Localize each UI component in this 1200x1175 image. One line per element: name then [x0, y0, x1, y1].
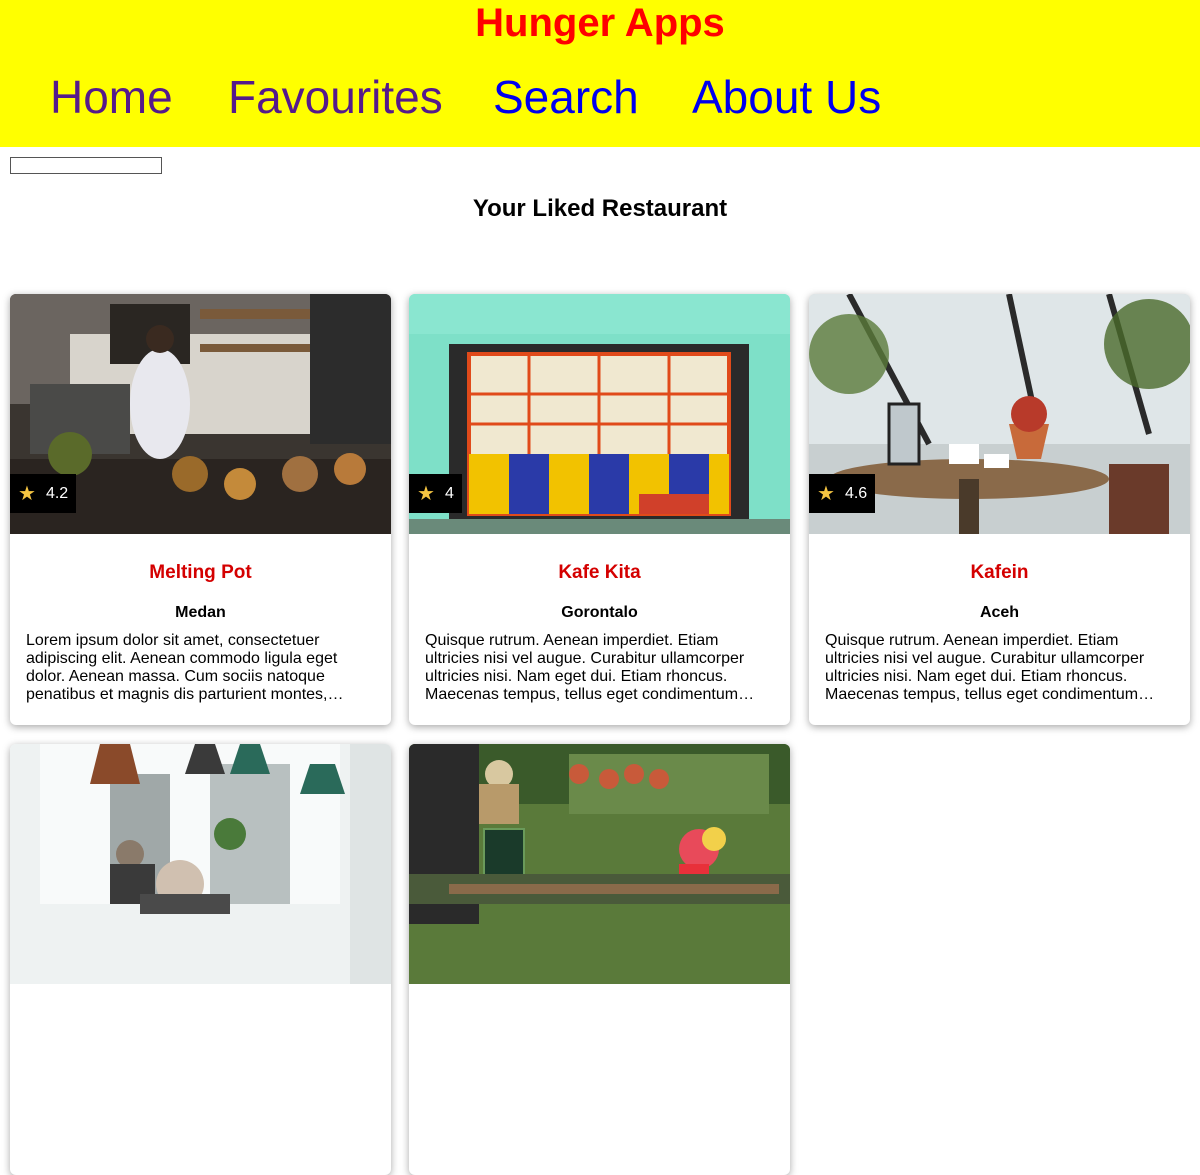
nav-link-home[interactable]: Home	[50, 70, 173, 124]
restaurant-description: Quisque rutrum. Aenean imperdiet. Etiam …	[825, 632, 1145, 703]
restaurant-city: Aceh	[979, 604, 1020, 621]
restaurant-name[interactable]: Kafe Kita	[409, 562, 790, 584]
restaurant-description: Lorem ipsum dolor sit amet, consectetuer…	[26, 632, 338, 703]
restaurant-card[interactable]	[409, 744, 790, 1175]
restaurant-name[interactable]: Kafein	[809, 562, 1190, 584]
app-header: Hunger Apps Home Favourites Search About…	[0, 0, 1200, 147]
restaurant-image	[409, 294, 790, 534]
main-nav: Home Favourites Search About Us	[0, 70, 1200, 126]
nav-link-favourites[interactable]: Favourites	[228, 70, 443, 124]
nav-link-about-us[interactable]: About Us	[692, 70, 881, 124]
rating-value: 4.6	[844, 484, 868, 502]
star-icon: ★	[817, 483, 835, 505]
restaurant-city: Medan	[175, 604, 226, 621]
rating-badge: ★ 4	[409, 474, 462, 513]
restaurant-city: Gorontalo	[561, 604, 638, 621]
restaurant-image	[409, 744, 790, 984]
rating-badge: ★ 4.2	[10, 474, 77, 513]
restaurant-card[interactable]: ★ 4.6 Kafein Aceh Quisque rutrum. Aenean…	[809, 294, 1190, 725]
restaurant-description: Quisque rutrum. Aenean imperdiet. Etiam …	[425, 632, 745, 703]
star-icon: ★	[18, 483, 36, 505]
app-title: Hunger Apps	[475, 1, 725, 45]
restaurant-name[interactable]: Melting Pot	[10, 562, 391, 584]
rating-value: 4.2	[45, 484, 69, 502]
page-title: Your Liked Restaurant	[472, 195, 728, 222]
restaurant-image	[10, 744, 391, 984]
rating-badge: ★ 4.6	[809, 474, 876, 513]
search-input[interactable]	[10, 157, 162, 174]
nav-link-search[interactable]: Search	[493, 70, 639, 124]
star-icon: ★	[417, 483, 435, 505]
rating-value: 4	[444, 484, 454, 502]
restaurant-card[interactable]	[10, 744, 391, 1175]
restaurant-card[interactable]: ★ 4.2 Melting Pot Medan Lorem ipsum dolo…	[10, 294, 391, 725]
restaurant-card[interactable]: ★ 4 Kafe Kita Gorontalo Quisque rutrum. …	[409, 294, 790, 725]
